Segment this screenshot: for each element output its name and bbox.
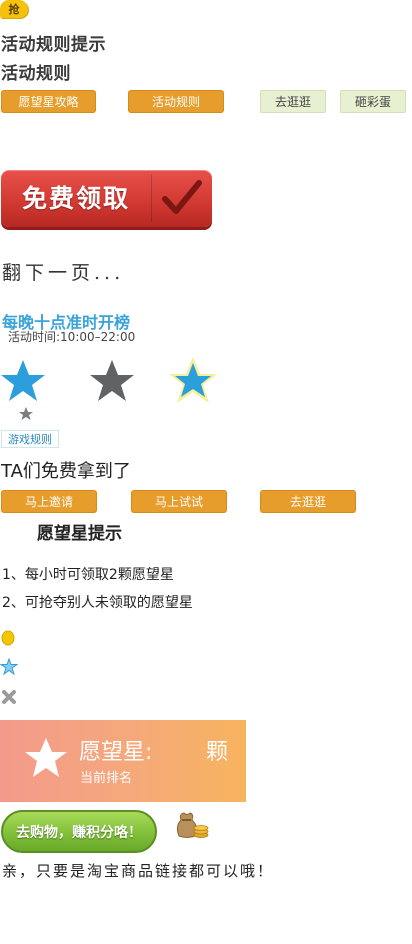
game-rules-link[interactable]: 游戏规则 (1, 430, 59, 448)
star-glow-icon (169, 357, 217, 403)
star-white-icon (25, 738, 67, 777)
money-bag-icon (176, 812, 209, 838)
browse-button-2[interactable]: 去逛逛 (260, 490, 356, 513)
badge-label: 抢 (8, 3, 20, 16)
rules-heading: 活动规则 (1, 64, 71, 84)
claim-divider (151, 174, 152, 222)
wish-star-card: 愿望星: 颗 当前排名 (0, 720, 246, 802)
qiang-badge-icon: 抢 (0, 0, 28, 18)
star-small-icon (19, 407, 33, 420)
coin-icon (1, 630, 15, 646)
checkmark-icon (162, 180, 202, 214)
activity-rules-button[interactable]: 活动规则 (128, 90, 224, 113)
wish-star-guide-button[interactable]: 愿望星攻略 (1, 90, 96, 113)
wish-tips-title: 愿望星提示 (37, 524, 122, 544)
current-rank-label: 当前排名 (80, 771, 133, 786)
bottom-note: 亲，只要是淘宝商品链接都可以哦！ (2, 862, 275, 880)
ta-free-title: TA们免费拿到了 (1, 461, 131, 482)
rules-tips-heading: 活动规则提示 (1, 35, 106, 55)
close-icon[interactable] (1, 689, 17, 705)
star-outline-icon (0, 658, 18, 676)
schedule-time: 活动时间:10:00–22:00 (8, 330, 136, 344)
wish-star-label: 愿望星: (79, 740, 153, 765)
free-claim-button[interactable]: 免费领取 (1, 170, 212, 227)
invite-now-button[interactable]: 马上邀请 (1, 490, 97, 513)
free-claim-label: 免费领取 (21, 184, 130, 213)
wish-tip-line-1: 1、每小时可领取2颗愿望星 (2, 567, 174, 583)
wish-tip-line-2: 2、可抢夺别人未领取的愿望星 (2, 595, 193, 611)
browse-button[interactable]: 去逛逛 (260, 90, 326, 113)
smash-egg-button[interactable]: 砸彩蛋 (340, 90, 406, 113)
try-now-button[interactable]: 马上试试 (131, 490, 227, 513)
star-gray-icon (90, 360, 134, 401)
star-blue-icon (1, 360, 45, 401)
shop-earn-points-button[interactable]: 去购物，赚积分咯！ (1, 810, 157, 853)
wish-star-unit: 颗 (206, 740, 229, 765)
next-page-link[interactable]: 翻下一页... (2, 258, 124, 285)
